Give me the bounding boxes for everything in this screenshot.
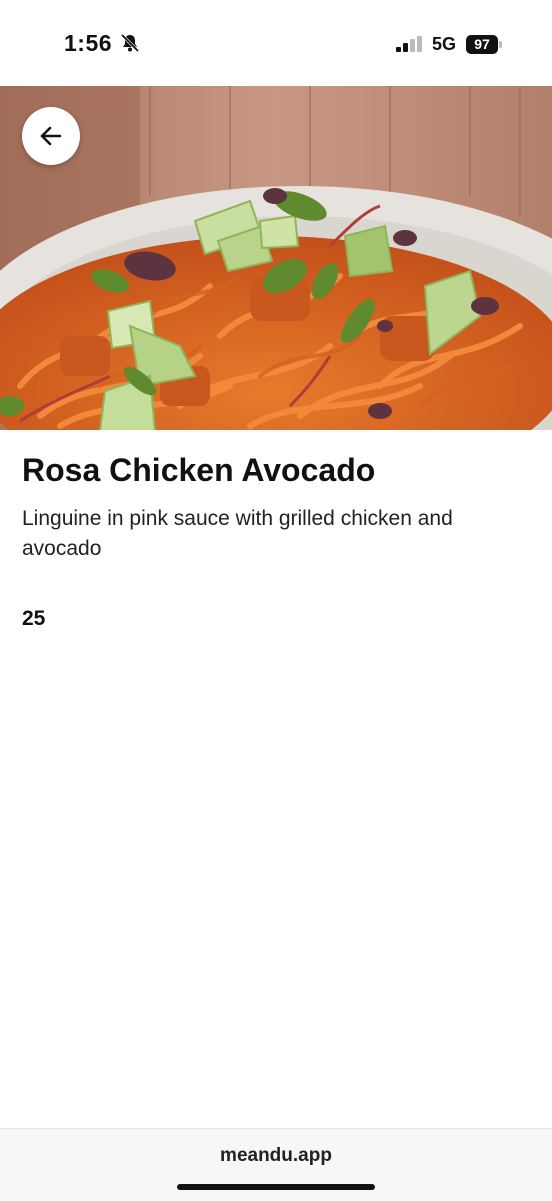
bell-slash-icon: [120, 33, 140, 53]
item-description: Linguine in pink sauce with grilled chic…: [22, 507, 453, 560]
home-indicator: [177, 1184, 375, 1190]
item-title: Rosa Chicken Avocado: [22, 452, 376, 488]
network-type: 5G: [432, 34, 457, 54]
status-time: 1:56: [64, 30, 113, 56]
browser-url-bar[interactable]: meandu.app: [0, 1128, 552, 1201]
item-price: 25: [22, 607, 46, 630]
signal-icon: [396, 36, 422, 52]
status-bar: 1:56 5G 97: [0, 0, 552, 86]
dish-image: [0, 86, 552, 430]
battery-icon: 97: [466, 35, 502, 54]
back-button[interactable]: [22, 107, 80, 165]
url-text[interactable]: meandu.app: [0, 1145, 552, 1167]
arrow-left-icon: [40, 126, 62, 146]
battery-level: 97: [466, 35, 498, 54]
